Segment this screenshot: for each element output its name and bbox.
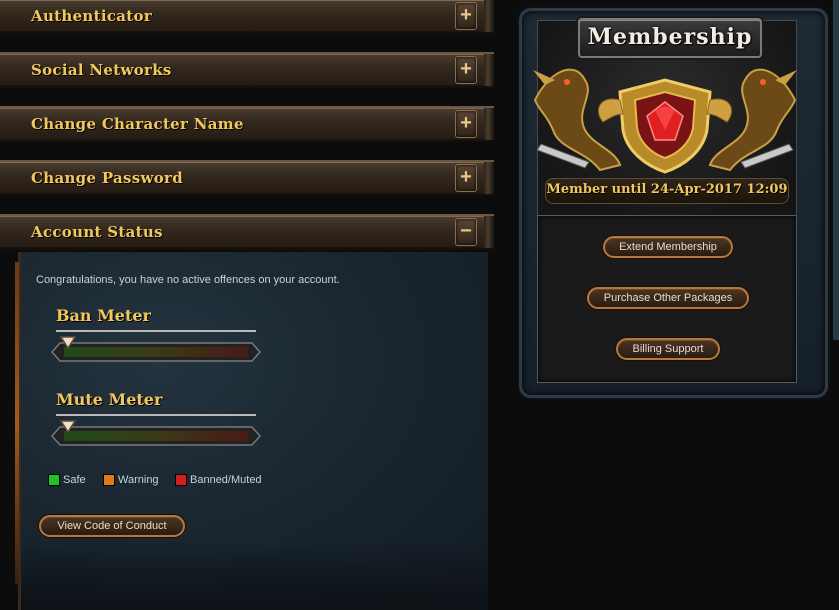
legend-label-warning: Warning — [118, 474, 159, 486]
collapse-icon[interactable]: − — [455, 218, 477, 246]
ban-meter-divider — [56, 330, 256, 332]
expand-icon[interactable]: + — [455, 164, 477, 192]
side-strip — [833, 0, 839, 340]
rivet-icon — [486, 114, 490, 118]
legend-warning: Warning — [103, 474, 159, 486]
ban-meter — [50, 340, 262, 364]
warning-swatch-icon — [103, 474, 115, 486]
accordion-change-password[interactable]: Change Password + — [0, 160, 494, 196]
accordion-change-character-name[interactable]: Change Character Name + — [0, 106, 494, 142]
legend-label-safe: Safe — [63, 474, 86, 486]
rivet-icon — [486, 188, 490, 192]
rivet-icon — [486, 168, 490, 172]
legend-safe: Safe — [48, 474, 86, 486]
expand-icon[interactable]: + — [455, 2, 477, 30]
accordion-social-networks[interactable]: Social Networks + — [0, 52, 494, 88]
rivet-icon — [486, 134, 490, 138]
member-until-label: Member until 24-Apr-2017 12:09 — [545, 178, 789, 204]
accordion-label-account-status: Account Status — [31, 223, 163, 241]
mute-meter-divider — [56, 414, 256, 416]
ban-meter-title: Ban Meter — [56, 306, 151, 325]
safe-swatch-icon — [48, 474, 60, 486]
rivet-icon — [486, 80, 490, 84]
panel-spine — [15, 262, 19, 584]
ban-meter-pointer-icon — [59, 336, 77, 350]
mute-meter — [50, 424, 262, 448]
accordion-label-authenticator: Authenticator — [31, 7, 153, 25]
status-message: Congratulations, you have no active offe… — [36, 274, 340, 286]
accordion-authenticator[interactable]: Authenticator + — [0, 0, 494, 34]
purchase-other-packages-button[interactable]: Purchase Other Packages — [587, 287, 749, 309]
billing-support-button[interactable]: Billing Support — [616, 338, 720, 360]
rivet-icon — [486, 26, 490, 30]
accordion-label-change-character-name: Change Character Name — [31, 115, 244, 133]
rivet-icon — [486, 222, 490, 226]
banned-swatch-icon — [175, 474, 187, 486]
expand-icon[interactable]: + — [455, 110, 477, 138]
view-code-of-conduct-button[interactable]: View Code of Conduct — [39, 515, 185, 537]
legend-banned-muted: Banned/Muted — [175, 474, 262, 486]
accordion-label-change-password: Change Password — [31, 169, 184, 187]
mute-meter-title: Mute Meter — [56, 390, 163, 409]
rivet-icon — [486, 242, 490, 246]
rivet-icon — [486, 6, 490, 10]
membership-title: Membership — [587, 24, 753, 50]
rivet-icon — [486, 60, 490, 64]
accordion-account-status[interactable]: Account Status − — [0, 214, 494, 250]
accordion-label-social-networks: Social Networks — [31, 61, 172, 79]
membership-crest-icon — [533, 68, 797, 174]
legend-label-banned-muted: Banned/Muted — [190, 474, 262, 486]
expand-icon[interactable]: + — [455, 56, 477, 84]
extend-membership-button[interactable]: Extend Membership — [603, 236, 733, 258]
mute-meter-pointer-icon — [59, 420, 77, 434]
